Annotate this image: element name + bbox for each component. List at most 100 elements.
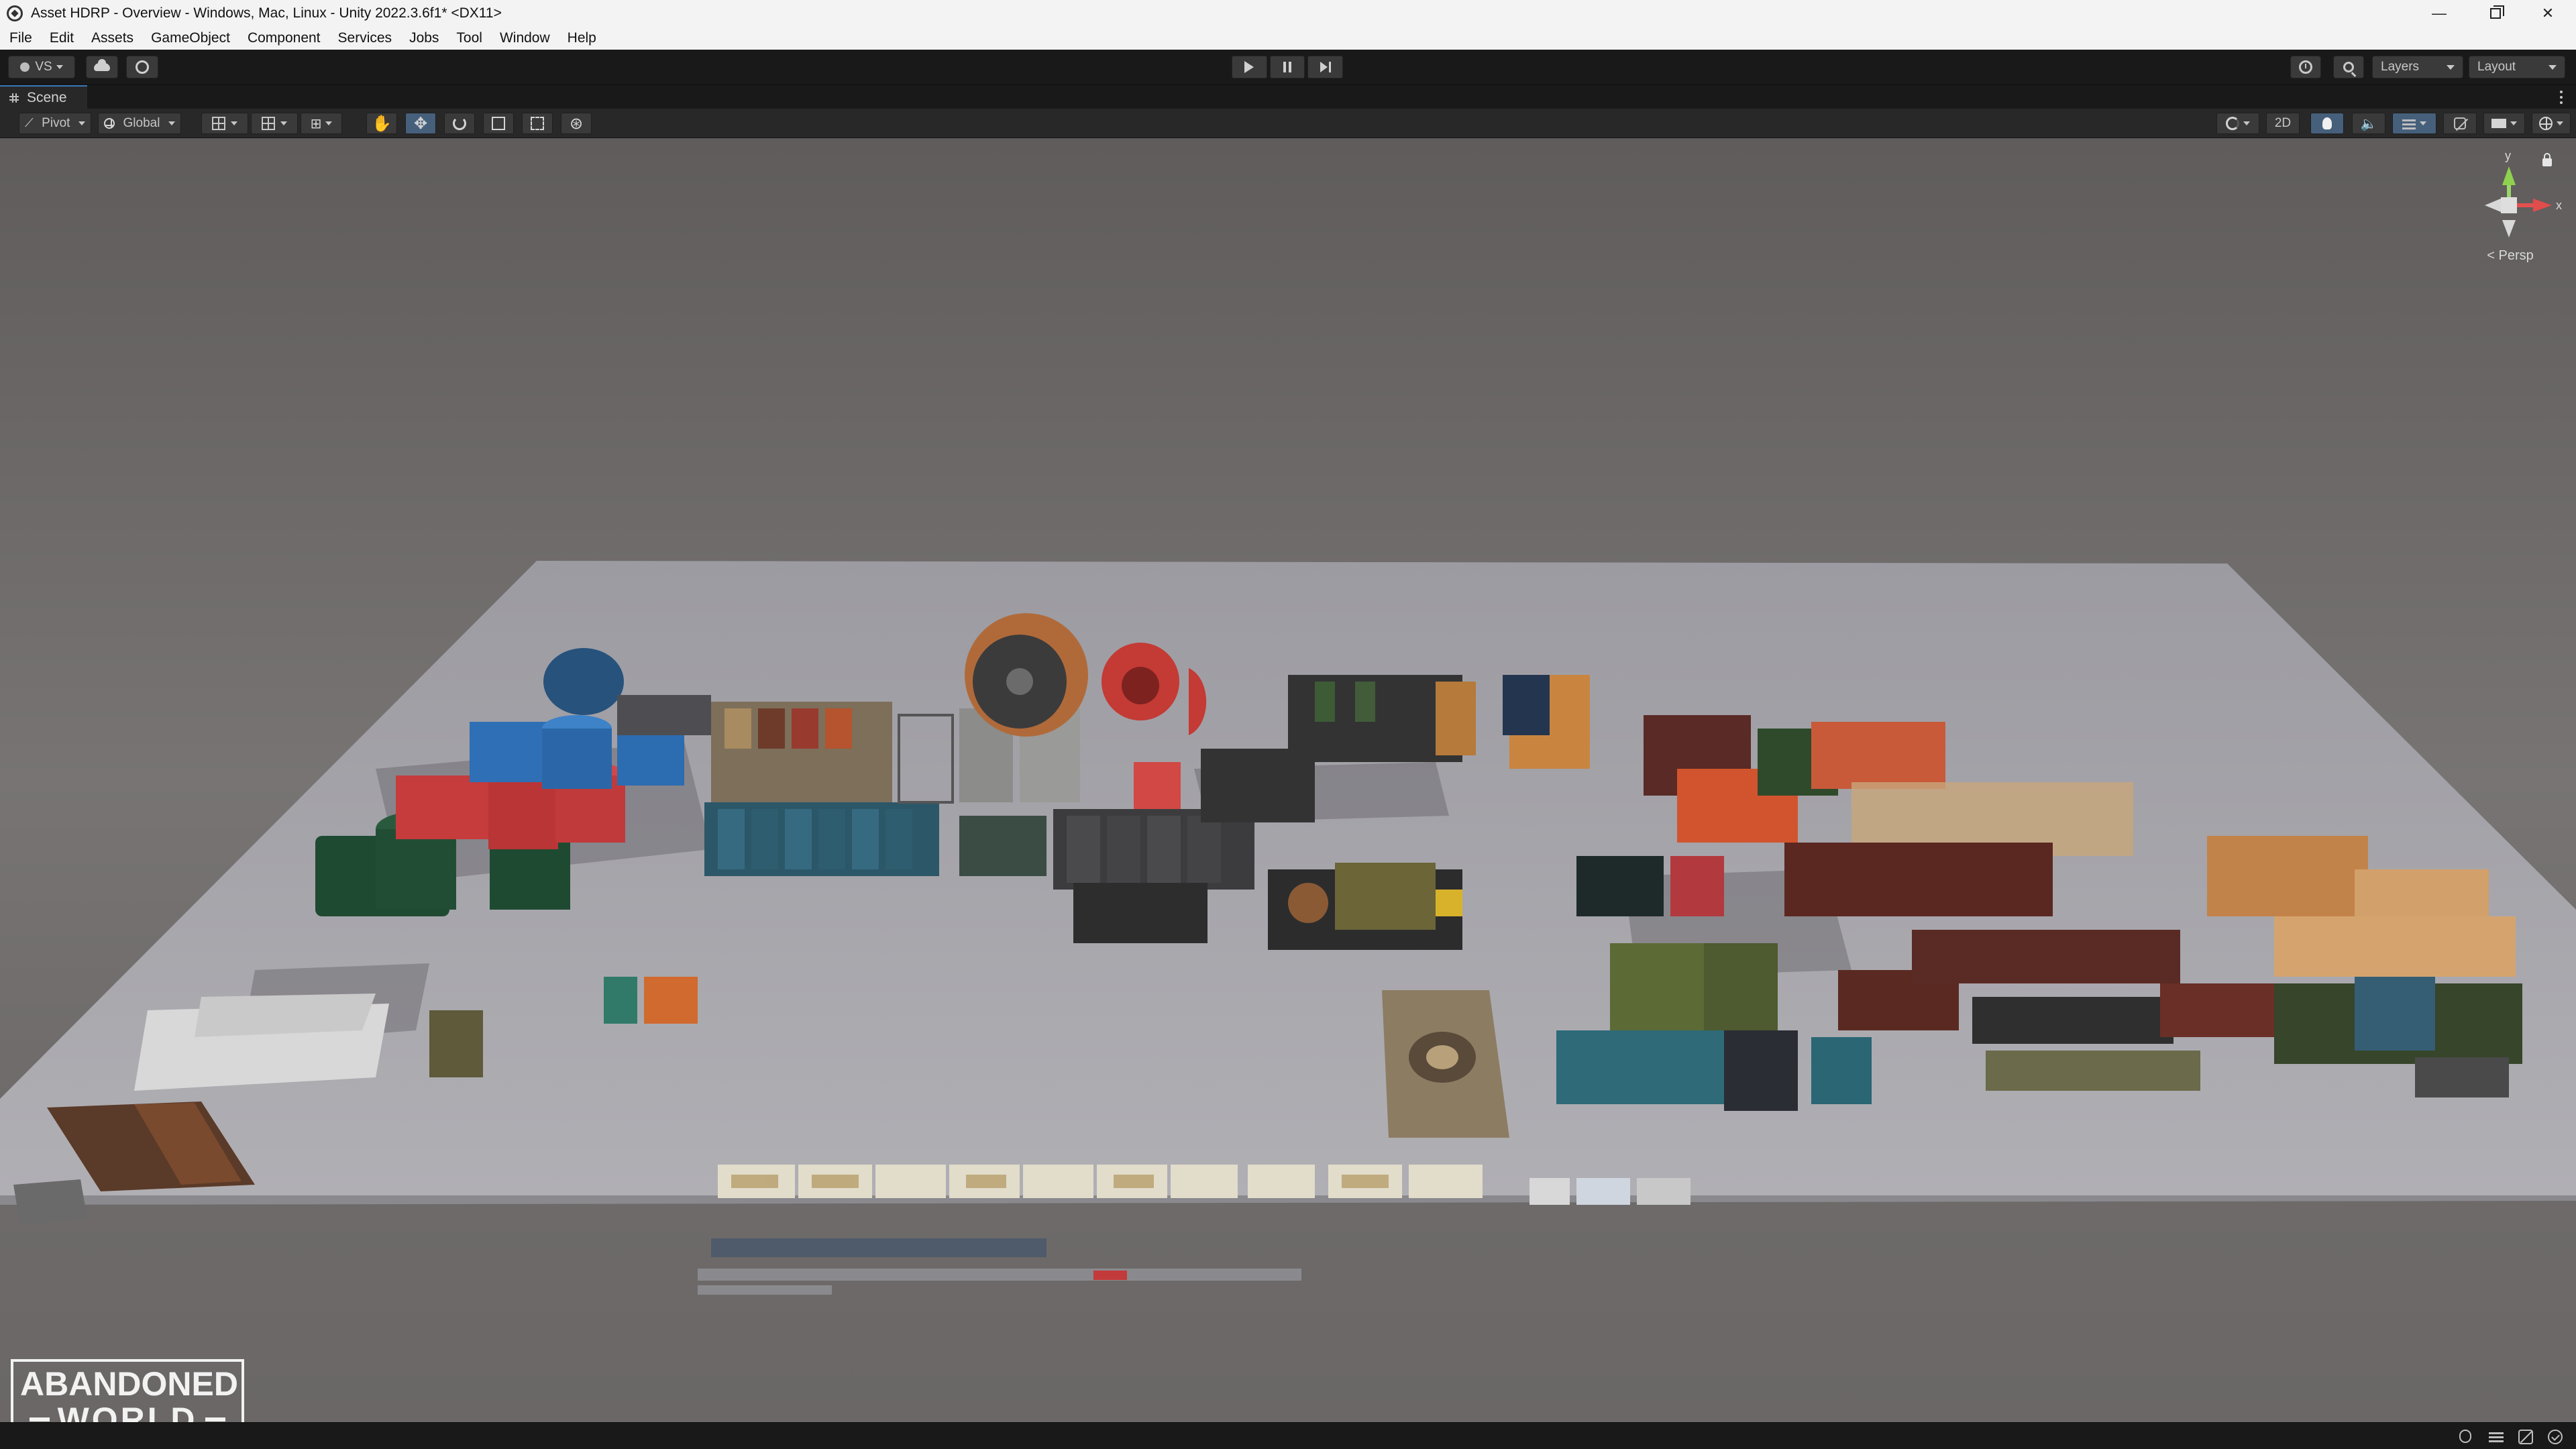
eye-slash-icon xyxy=(2454,117,2466,129)
chevron-down-icon xyxy=(78,121,85,125)
audio-toggle[interactable]: 🔈 xyxy=(2352,113,2385,134)
camera-icon xyxy=(2491,119,2506,128)
generator xyxy=(1268,863,1462,950)
logo-word: WORLD xyxy=(57,1401,198,1422)
menu-jobs[interactable]: Jobs xyxy=(409,30,439,46)
gizmos-dropdown[interactable] xyxy=(2532,113,2571,134)
chevron-down-icon xyxy=(325,121,333,125)
account-icon xyxy=(20,62,30,72)
tab-scene[interactable]: Scene xyxy=(0,85,87,109)
grid-visibility-dropdown[interactable] xyxy=(201,113,248,134)
globe-icon xyxy=(104,118,115,129)
rect-tool-button[interactable] xyxy=(522,113,553,134)
pivot-dropdown[interactable]: ⟋ Pivot xyxy=(19,113,91,134)
rotate-tool-button[interactable] xyxy=(444,113,475,134)
menu-services[interactable]: Services xyxy=(338,30,392,46)
more-options-button[interactable] xyxy=(2555,89,2568,105)
scale-icon xyxy=(492,117,505,130)
effects-dropdown[interactable] xyxy=(2392,113,2436,134)
search-button[interactable] xyxy=(2333,56,2364,78)
account-label: VS xyxy=(35,60,52,74)
play-icon xyxy=(1244,61,1254,73)
menu-bar: File Edit Assets GameObject Component Se… xyxy=(0,27,2576,50)
layout-label: Layout xyxy=(2477,60,2516,74)
restore-button[interactable] xyxy=(2467,0,2524,27)
menu-help[interactable]: Help xyxy=(568,30,596,46)
scene-viewport[interactable]: y x < Persp ABANDONED WORLD xyxy=(0,138,2576,1422)
logo-line-2: WORLD xyxy=(20,1402,235,1422)
close-icon: ✕ xyxy=(2541,5,2555,21)
scene-icon xyxy=(9,93,19,103)
menu-window[interactable]: Window xyxy=(500,30,550,46)
close-button[interactable]: ✕ xyxy=(2520,0,2576,27)
ruler-icon: ⊞ xyxy=(310,115,322,131)
small-props xyxy=(698,1238,1301,1295)
axis-y-label: y xyxy=(2505,149,2511,162)
check-circle-icon[interactable] xyxy=(2548,1430,2563,1444)
undo-history-button[interactable] xyxy=(2290,56,2321,78)
menu-edit[interactable]: Edit xyxy=(50,30,74,46)
hand-tool-button[interactable]: ✋ xyxy=(366,113,397,134)
chevron-down-icon xyxy=(231,121,237,125)
title-bar: Asset HDRP - Overview - Windows, Mac, Li… xyxy=(0,0,2576,27)
increment-snap-dropdown[interactable]: ⊞ xyxy=(301,113,342,134)
shading-mode-dropdown[interactable] xyxy=(2216,113,2259,134)
grid-icon xyxy=(212,117,225,130)
move-tool-button[interactable]: ✥ xyxy=(405,113,436,134)
speaker-icon: 🔈 xyxy=(2360,115,2377,131)
layout-dropdown[interactable]: Layout xyxy=(2469,56,2565,78)
play-button[interactable] xyxy=(1232,56,1267,78)
status-bar xyxy=(0,1422,2576,1449)
layers-icon[interactable] xyxy=(2489,1430,2504,1444)
minimize-button[interactable]: — xyxy=(2411,0,2467,27)
chevron-down-icon xyxy=(2548,64,2557,70)
menu-assets[interactable]: Assets xyxy=(91,30,133,46)
rotate-icon xyxy=(453,117,466,130)
menu-gameobject[interactable]: GameObject xyxy=(151,30,230,46)
collab-button[interactable] xyxy=(126,56,158,78)
lock-icon[interactable] xyxy=(2542,153,2552,166)
window-title: Asset HDRP - Overview - Windows, Mac, Li… xyxy=(31,5,502,21)
toggle-2d-button[interactable]: 2D xyxy=(2266,113,2300,134)
scale-tool-button[interactable] xyxy=(483,113,514,134)
unity-icon xyxy=(7,5,23,21)
transform-tool-button[interactable]: ⊛ xyxy=(561,113,592,134)
hand-icon: ✋ xyxy=(372,114,392,133)
restore-icon xyxy=(2490,5,2504,19)
bug-icon[interactable] xyxy=(2458,1430,2473,1444)
projection-toggle[interactable]: < Persp xyxy=(2477,248,2544,264)
chevron-down-icon xyxy=(2557,121,2563,125)
axis-x-label: x xyxy=(2556,199,2562,212)
history-icon xyxy=(2299,60,2312,74)
account-dropdown[interactable]: VS xyxy=(8,56,75,78)
lighting-toggle[interactable] xyxy=(2310,113,2344,134)
scene-tab-bar: Scene xyxy=(0,85,2576,109)
main-toolbar: VS Layers Layout xyxy=(0,50,2576,85)
logo-line-1: ABANDONED xyxy=(20,1365,238,1403)
chevron-down-icon xyxy=(280,121,287,125)
pause-icon xyxy=(1283,62,1291,72)
grid-snapping-dropdown[interactable] xyxy=(251,113,298,134)
pause-button[interactable] xyxy=(1269,56,1305,78)
gear-icon xyxy=(136,60,149,74)
chevron-down-icon xyxy=(2447,64,2455,70)
rug xyxy=(1382,990,1509,1138)
scene-toolbar: ⟋ Pivot Global ⊞ ✋ ✥ ⊛ 2D 🔈 xyxy=(0,109,2576,138)
toggle-2d-label: 2D xyxy=(2274,116,2292,130)
layers-dropdown[interactable]: Layers xyxy=(2372,56,2463,78)
scene-visibility-toggle[interactable] xyxy=(2443,113,2477,134)
global-dropdown[interactable]: Global xyxy=(98,113,181,134)
minimize-icon: — xyxy=(2432,5,2447,21)
menu-tool[interactable]: Tool xyxy=(456,30,482,46)
effects-icon xyxy=(2402,118,2416,130)
gizmo-icon xyxy=(2539,117,2553,130)
menu-component[interactable]: Component xyxy=(248,30,321,46)
menu-file[interactable]: File xyxy=(9,30,32,46)
step-button[interactable] xyxy=(1307,56,1344,78)
cloud-button[interactable] xyxy=(86,56,118,78)
snap-icon xyxy=(262,117,275,130)
camera-settings-dropdown[interactable] xyxy=(2483,113,2525,134)
light-bulb-icon xyxy=(2322,117,2332,129)
move-icon: ✥ xyxy=(413,114,428,133)
cache-disabled-icon[interactable] xyxy=(2518,1430,2533,1444)
